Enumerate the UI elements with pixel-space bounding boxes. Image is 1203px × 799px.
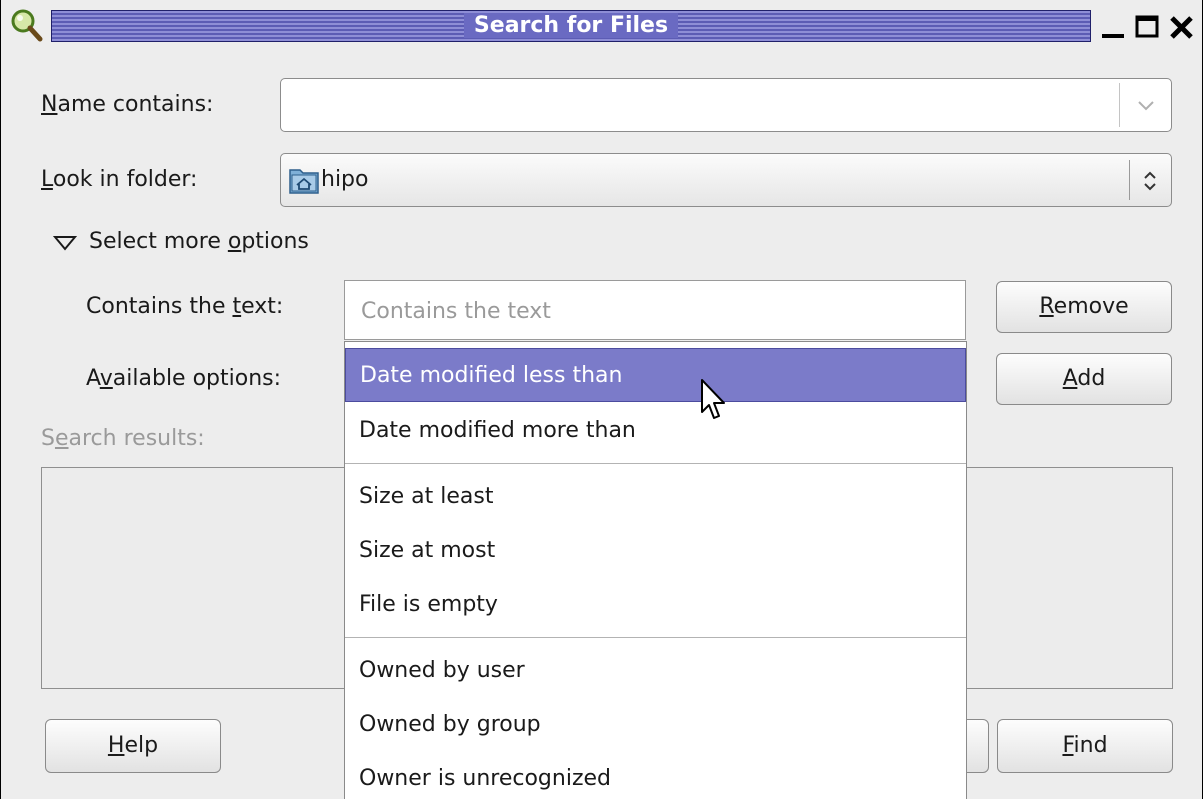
menu-separator [345,463,966,464]
option-file-is-empty[interactable]: File is empty [345,578,966,632]
option-owned-by-user[interactable]: Owned by user [345,644,966,698]
expander-triangle-icon[interactable] [53,234,77,252]
contains-text-label: Contains the text: [86,294,284,319]
maximize-button[interactable] [1133,10,1163,42]
option-owned-by-group[interactable]: Owned by group [345,698,966,752]
look-in-folder-combo[interactable]: hipo [280,153,1172,207]
name-contains-label: Name contains: [41,92,214,117]
up-down-arrows-icon [1144,171,1156,191]
maximize-icon [1135,15,1159,38]
available-options-label: Available options: [86,366,282,391]
available-options-dropdown[interactable]: Date modified less than Date modified mo… [344,341,967,799]
search-for-files-window: Search for Files Name contains: Look in … [0,0,1203,799]
title-bar[interactable]: Search for Files [1,0,1202,58]
option-size-at-least[interactable]: Size at least [345,470,966,524]
option-date-modified-more-than[interactable]: Date modified more than [345,404,966,458]
option-date-modified-less-than[interactable]: Date modified less than [345,348,966,402]
minimize-button[interactable] [1099,10,1129,42]
mouse-pointer-icon [701,379,725,419]
contains-text-field[interactable] [344,280,966,340]
window-title: Search for Files [463,13,679,38]
magnifier-icon[interactable] [9,8,43,42]
combo-separator [1119,83,1120,127]
remove-button[interactable]: Remove [996,281,1172,333]
folder-value: hipo [321,167,369,192]
option-size-at-most[interactable]: Size at most [345,524,966,578]
folder-separator [1129,160,1130,200]
add-button[interactable]: Add [996,353,1172,405]
close-icon [1170,16,1193,39]
name-contains-input[interactable] [287,85,1111,127]
look-in-folder-label: Look in folder: [41,167,198,192]
menu-separator [345,637,966,638]
home-folder-icon [289,169,319,194]
chevron-down-icon[interactable] [1123,85,1169,125]
find-button[interactable]: Find [997,719,1173,773]
title-strip: Search for Files [51,10,1091,42]
name-contains-combo[interactable] [280,78,1172,132]
option-owner-is-unrecognized[interactable]: Owner is unrecognized [345,752,966,799]
minimize-icon [1102,34,1124,38]
help-button[interactable]: Help [45,719,221,773]
contains-text-input[interactable] [359,289,953,333]
search-results-label: Search results: [41,426,205,451]
select-more-options-expander[interactable]: Select more options [89,229,309,254]
close-button[interactable] [1167,10,1197,42]
